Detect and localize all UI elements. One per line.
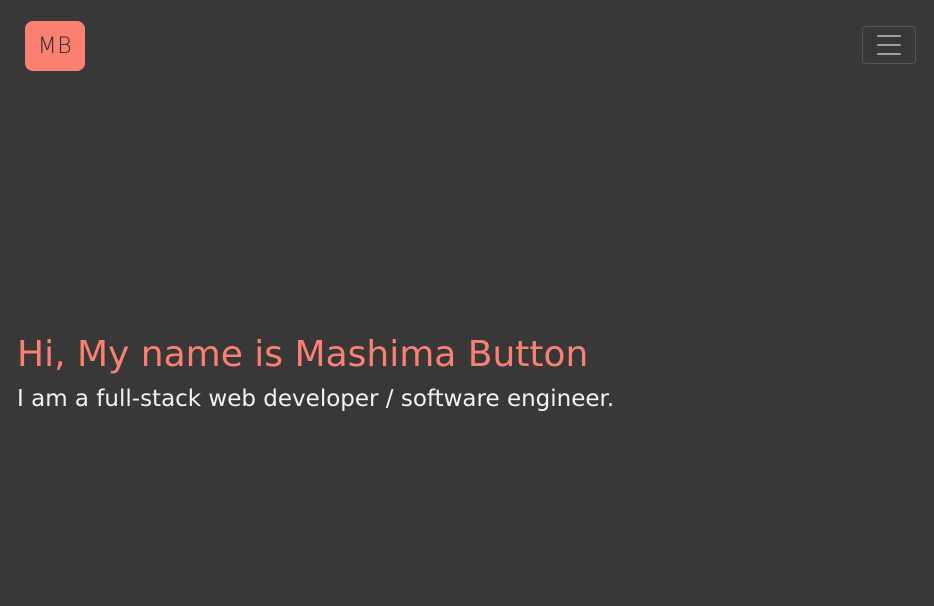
hamburger-menu-icon <box>877 35 901 37</box>
hero-section: Hi, My name is Mashima Button I am a ful… <box>17 330 917 415</box>
brand-logo[interactable]: MB <box>25 21 85 71</box>
hamburger-menu-icon <box>877 53 901 55</box>
hero-subtitle: I am a full-stack web developer / softwa… <box>17 386 615 412</box>
menu-toggle-button[interactable] <box>862 26 916 64</box>
hamburger-menu-icon <box>877 44 901 46</box>
hero-title: Hi, My name is Mashima Button <box>17 334 589 375</box>
